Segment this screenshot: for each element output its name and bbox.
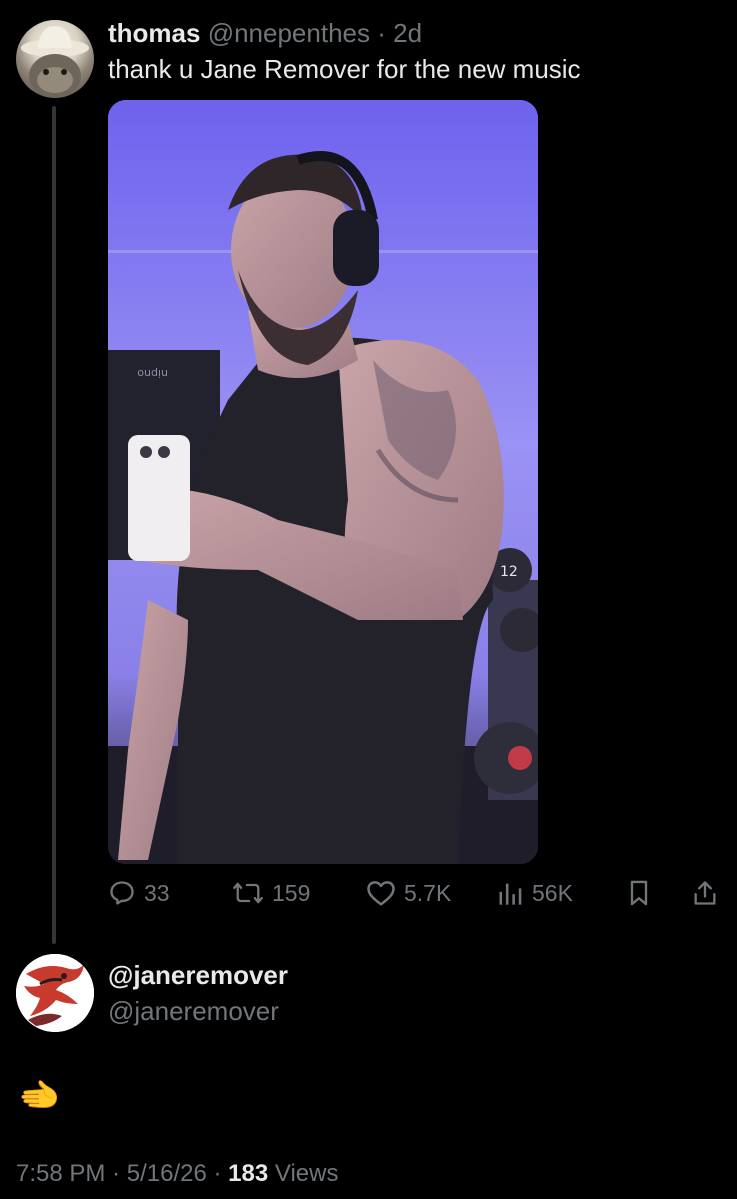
- reply-author-name[interactable]: @janeremover: [108, 958, 288, 992]
- tweet-author-row: thomas @nnepenthes · 2d: [108, 16, 422, 50]
- repost-count: 159: [272, 879, 311, 906]
- share-icon: [694, 881, 716, 905]
- tweet-age[interactable]: 2d: [393, 18, 422, 48]
- cowboy-hat-cat-icon: [21, 26, 89, 98]
- like-count: 5.7K: [404, 879, 452, 906]
- post-time[interactable]: 7:58 PM: [16, 1160, 105, 1187]
- bookmark-button[interactable]: [626, 872, 652, 914]
- post-date[interactable]: 5/16/26: [127, 1160, 207, 1187]
- reply-emoji: 🫲: [18, 1077, 61, 1115]
- tweet-actions-bar: 33 159 5.7K 56K: [108, 872, 723, 914]
- thread-connector-line: [52, 106, 56, 944]
- footer-views-label: Views: [274, 1160, 339, 1187]
- meta-separator: ·: [377, 18, 386, 48]
- tweet-timestamp-footer: 7:58 PM · 5/16/26 · 183 Views: [16, 1157, 338, 1191]
- tweet-media-image[interactable]: nipno 12: [108, 100, 538, 864]
- kettlebell-label: 12: [500, 564, 518, 580]
- repost-icon: [233, 882, 263, 904]
- repost-button[interactable]: 159: [232, 872, 310, 914]
- heart-icon: [367, 881, 395, 906]
- views-button[interactable]: 56K: [496, 872, 573, 914]
- reply-count: 33: [144, 879, 170, 906]
- reply-author-handle[interactable]: @janeremover: [108, 994, 279, 1028]
- share-button[interactable]: [692, 872, 718, 914]
- tweet-text: thank u Jane Remover for the new music: [108, 54, 581, 84]
- analytics-icon: [499, 883, 522, 905]
- bookmark-icon: [630, 880, 648, 906]
- footer-separator: ·: [213, 1160, 222, 1187]
- avatar-thomas[interactable]: [16, 20, 94, 98]
- avatar-janeremover[interactable]: [16, 954, 94, 1032]
- author-handle[interactable]: @nnepenthes: [208, 18, 370, 48]
- like-button[interactable]: 5.7K: [366, 872, 451, 914]
- footer-separator: ·: [112, 1160, 121, 1187]
- reply-button[interactable]: 33: [108, 872, 170, 914]
- gym-mirror-selfie-photo: nipno 12: [108, 100, 538, 864]
- comment-icon: [110, 881, 134, 905]
- dragon-artwork-icon: [16, 954, 94, 1032]
- bag-label: nipno: [137, 367, 168, 380]
- footer-views-count: 183: [228, 1160, 269, 1187]
- author-display-name[interactable]: thomas: [108, 18, 200, 48]
- views-count: 56K: [532, 879, 573, 906]
